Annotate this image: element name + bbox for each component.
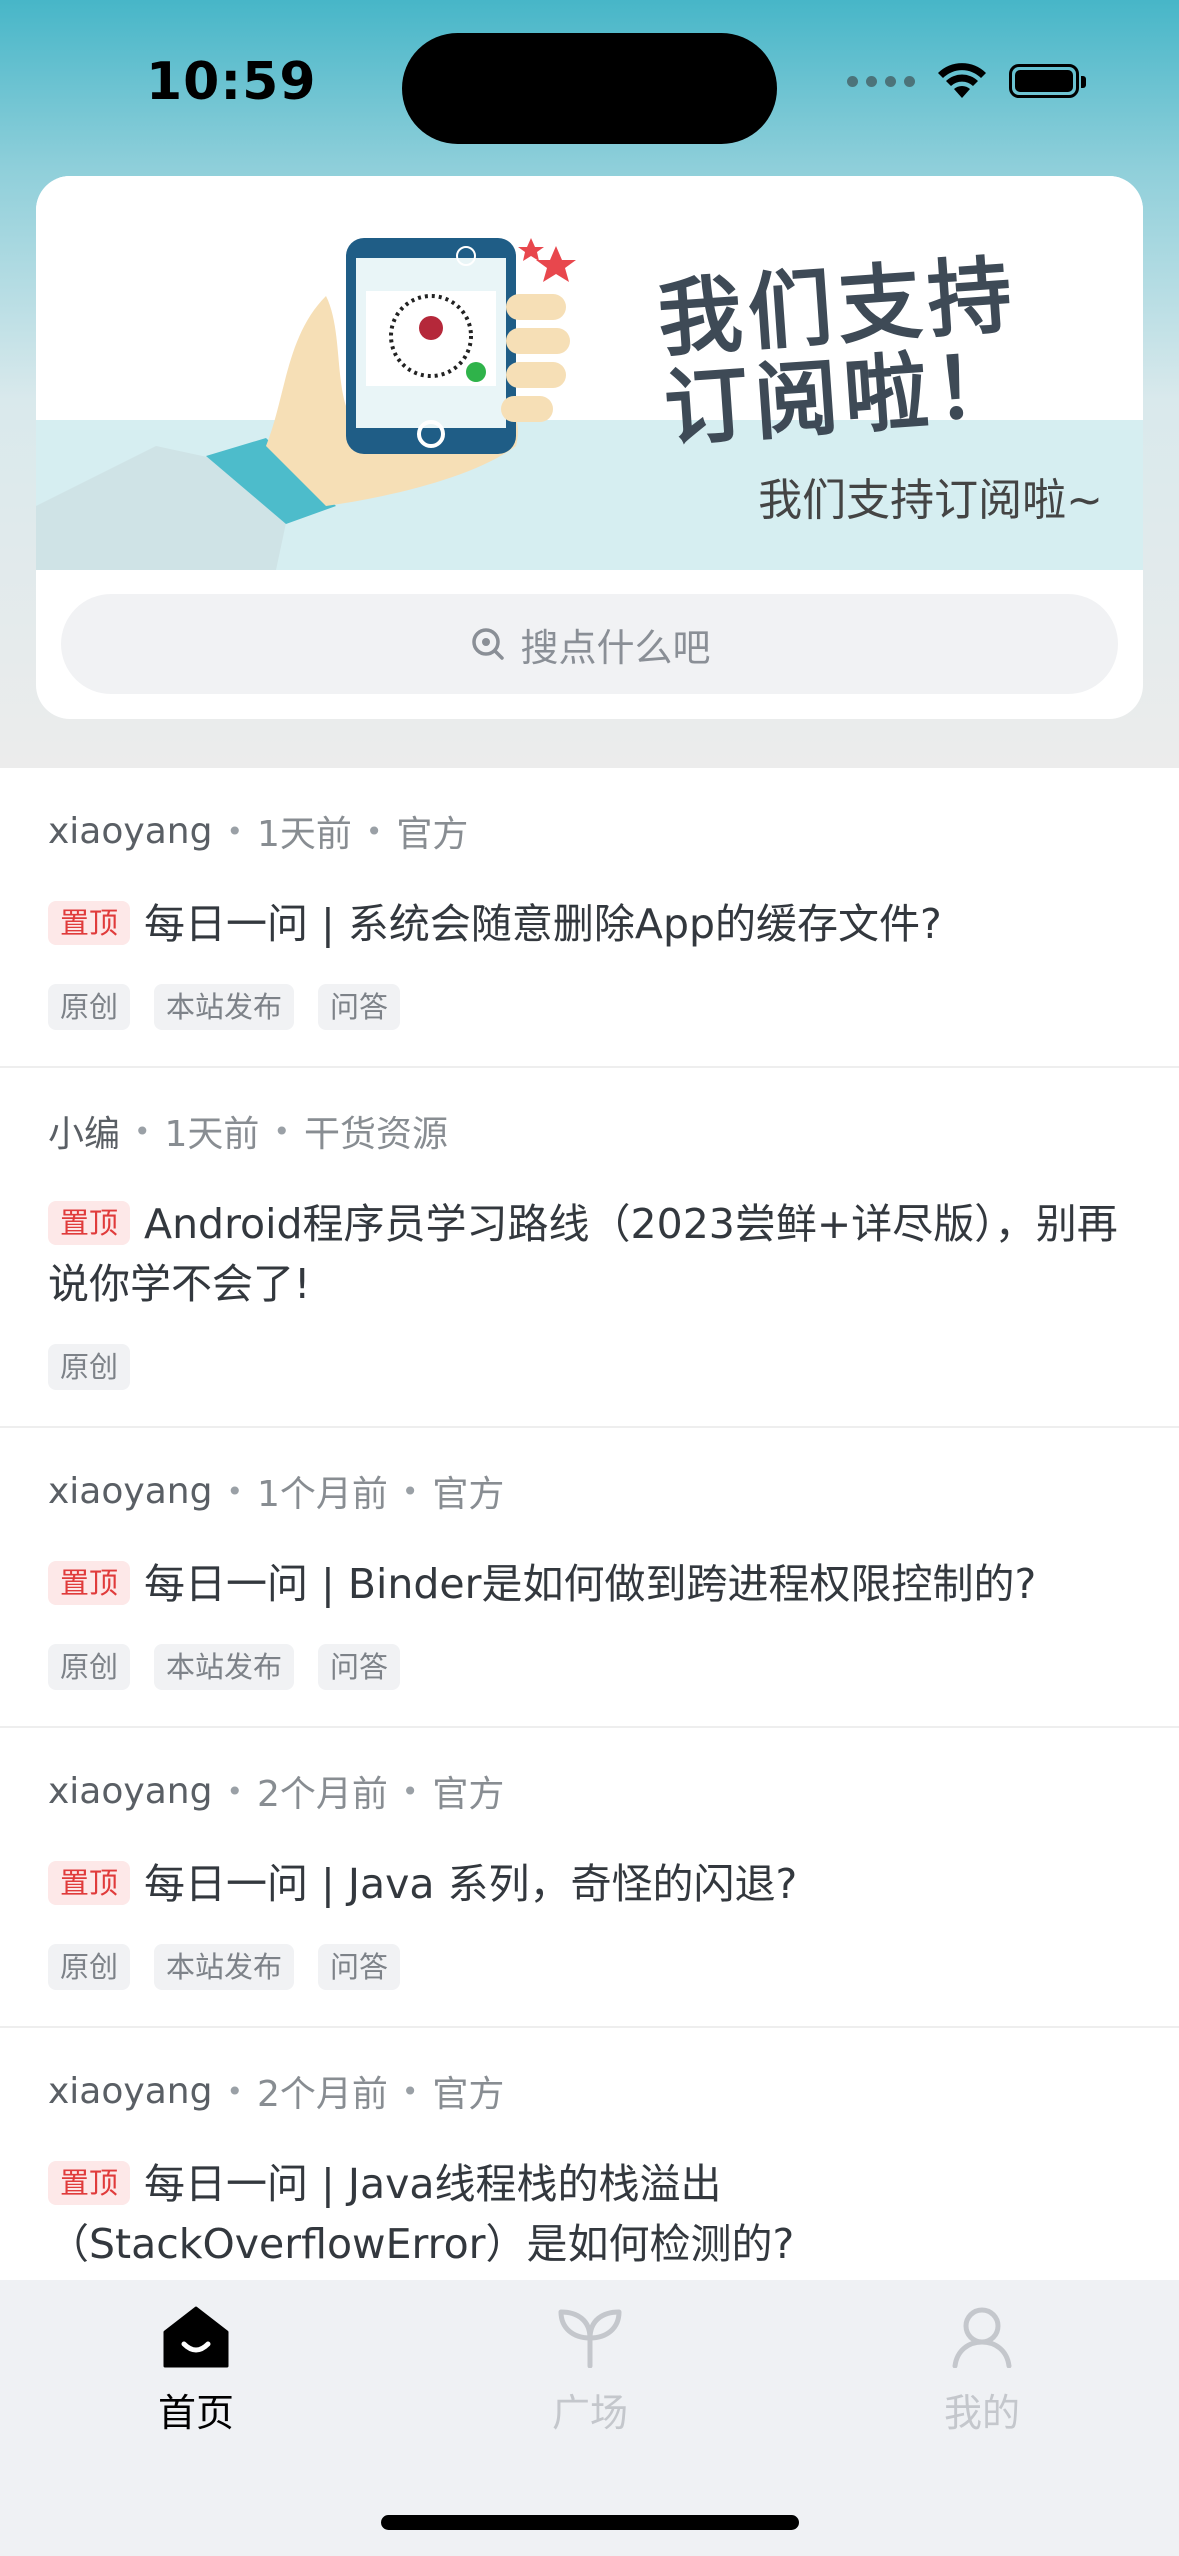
article-title[interactable]: 置顶 Android程序员学习路线（2023尝鲜+详尽版），别再说你学不会了! <box>48 1194 1131 1314</box>
article-title-text: 每日一问 | Binder是如何做到跨进程权限控制的? <box>144 1560 1037 1608</box>
article-category[interactable]: 官方 <box>432 1465 504 1517</box>
article-category[interactable]: 官方 <box>432 2065 504 2117</box>
pinned-badge: 置顶 <box>48 1561 131 1605</box>
search-icon <box>472 628 505 660</box>
meta-separator: • <box>401 2074 419 2108</box>
article-time: 2个月前 <box>256 2074 388 2115</box>
article-time: 1天前 <box>256 814 352 855</box>
article-item[interactable]: xiaoyang • 1天前 • 官方 置顶 每日一问 | 系统会随意删除App的… <box>0 768 1179 1068</box>
article-meta: xiaoyang • 1天前 • 官方 <box>48 804 1131 858</box>
search-placeholder: 搜点什么吧 <box>520 625 711 670</box>
pinned-badge: 置顶 <box>48 1861 131 1905</box>
article-feed: xiaoyang • 1天前 • 官方 置顶 每日一问 | 系统会随意删除App的… <box>0 768 1179 2280</box>
banner-headline: 我们支持 订阅啦！ <box>575 244 1106 460</box>
sprout-icon <box>558 2309 622 2368</box>
pinned-badge: 置顶 <box>48 1201 131 1245</box>
tab-mine[interactable]: 我的 <box>882 2306 1082 2437</box>
article-title[interactable]: 置顶 每日一问 | Java 系列，奇怪的闪退? <box>48 1854 1131 1914</box>
article-meta: xiaoyang • 1个月前 • 官方 <box>48 1464 1131 1518</box>
home-icon <box>163 2306 229 2368</box>
article-author[interactable]: 小编 <box>48 1105 120 1157</box>
meta-separator: • <box>226 1774 243 1808</box>
article-tag[interactable]: 问答 <box>318 1644 401 1690</box>
meta-separator: • <box>365 814 383 848</box>
article-tag[interactable]: 本站发布 <box>154 1944 295 1990</box>
article-meta: xiaoyang • 2个月前 • 官方 <box>48 1764 1131 1818</box>
article-item[interactable]: xiaoyang • 1个月前 • 官方 置顶 每日一问 | Binder是如何做… <box>0 1428 1179 1728</box>
article-tag[interactable]: 本站发布 <box>154 1644 295 1690</box>
pinned-badge: 置顶 <box>48 2161 131 2205</box>
pinned-badge: 置顶 <box>48 901 131 945</box>
article-title-text: 每日一问 | 系统会随意删除App的缓存文件? <box>144 900 942 948</box>
status-bar: 10:59 <box>0 0 1179 175</box>
dynamic-island <box>402 33 777 144</box>
article-title[interactable]: 置顶 每日一问 | Java线程栈的栈溢出（StackOverflowError）… <box>48 2154 1131 2274</box>
article-time: 2个月前 <box>256 1774 388 1815</box>
tab-plaza[interactable]: 广场 <box>490 2306 690 2437</box>
article-tag[interactable]: 原创 <box>48 1644 131 1690</box>
article-item[interactable]: xiaoyang • 2个月前 • 官方 置顶 每日一问 | Java 系列，奇怪… <box>0 1728 1179 2028</box>
article-tag[interactable]: 原创 <box>48 1944 131 1990</box>
article-time: 1个月前 <box>256 1474 388 1515</box>
article-tags: 原创 本站发布 问答 <box>48 984 1131 1030</box>
article-category[interactable]: 官方 <box>432 1765 504 1817</box>
meta-separator: • <box>226 1474 243 1508</box>
home-indicator <box>381 2515 799 2530</box>
signal-dots-icon <box>847 75 915 87</box>
article-author[interactable]: xiaoyang <box>48 2071 212 2112</box>
meta-separator: • <box>226 2074 243 2108</box>
battery-icon <box>1009 64 1086 98</box>
article-author[interactable]: xiaoyang <box>48 1471 212 1512</box>
meta-separator: • <box>401 1474 419 1508</box>
article-author[interactable]: xiaoyang <box>48 811 212 852</box>
search-bar[interactable]: 搜点什么吧 <box>61 594 1118 694</box>
banner-image[interactable]: 我们支持 订阅啦！ 我们支持订阅啦~ <box>36 176 1143 570</box>
article-category[interactable]: 干货资源 <box>304 1105 448 1157</box>
article-tag[interactable]: 原创 <box>48 1344 131 1390</box>
banner-subtitle: 我们支持订阅啦~ <box>758 475 1103 526</box>
tab-home-label: 首页 <box>157 2391 234 2435</box>
article-title[interactable]: 置顶 每日一问 | Binder是如何做到跨进程权限控制的? <box>48 1554 1131 1614</box>
article-tags: 原创 <box>48 1344 1131 1390</box>
article-item[interactable]: 小编 • 1天前 • 干货资源 置顶 Android程序员学习路线（2023尝鲜+… <box>0 1068 1179 1428</box>
article-tag[interactable]: 原创 <box>48 984 131 1030</box>
article-tag[interactable]: 问答 <box>318 984 401 1030</box>
article-title-text: Android程序员学习路线（2023尝鲜+详尽版），别再说你学不会了! <box>48 1200 1118 1308</box>
article-title-text: 每日一问 | Java 系列，奇怪的闪退? <box>144 1860 798 1908</box>
meta-separator: • <box>134 1114 151 1148</box>
meta-separator: • <box>401 1774 419 1808</box>
article-title-text: 每日一问 | Java线程栈的栈溢出（StackOverflowError）是如… <box>48 2160 795 2268</box>
banner-card: 我们支持 订阅啦！ 我们支持订阅啦~ 搜点什么吧 <box>36 176 1143 719</box>
article-tag[interactable]: 本站发布 <box>154 984 295 1030</box>
status-time: 10:59 <box>146 52 317 112</box>
tab-plaza-label: 广场 <box>551 2391 628 2435</box>
article-meta: 小编 • 1天前 • 干货资源 <box>48 1104 1131 1158</box>
article-title[interactable]: 置顶 每日一问 | 系统会随意删除App的缓存文件? <box>48 894 1131 954</box>
meta-separator: • <box>226 814 243 848</box>
tab-home[interactable]: 首页 <box>96 2306 296 2437</box>
meta-separator: • <box>273 1114 290 1148</box>
status-icons <box>847 62 1086 100</box>
article-meta: xiaoyang • 2个月前 • 官方 <box>48 2064 1131 2118</box>
article-tags: 原创 本站发布 问答 <box>48 1944 1131 1990</box>
article-item[interactable]: xiaoyang • 2个月前 • 官方 置顶 每日一问 | Java线程栈的栈溢… <box>0 2028 1179 2280</box>
wifi-icon <box>938 63 986 98</box>
article-category[interactable]: 官方 <box>396 805 468 857</box>
article-tags: 原创 本站发布 问答 <box>48 1644 1131 1690</box>
article-author[interactable]: xiaoyang <box>48 1771 212 1812</box>
article-tag[interactable]: 问答 <box>318 1944 401 1990</box>
tab-mine-label: 我的 <box>943 2391 1020 2435</box>
article-time: 1天前 <box>164 1114 260 1155</box>
person-icon <box>952 2307 1012 2368</box>
